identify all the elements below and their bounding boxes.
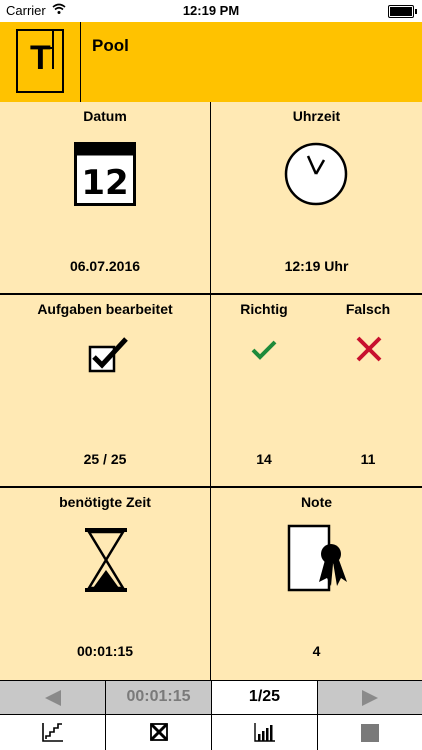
tasks-label: Aufgaben bearbeitet — [37, 301, 173, 317]
date-cell: Datum 12 06.07.2016 — [0, 102, 211, 295]
score-cell: Richtig Falsch 14 11 — [211, 295, 422, 488]
time-label: Uhrzeit — [292, 108, 341, 124]
timer-display: 00:01:15 — [106, 681, 212, 714]
calendar-day: 12 — [81, 163, 128, 203]
arrow-left-icon — [45, 690, 61, 706]
results-grid: Datum 12 06.07.2016 Uhrzeit 12:19 Uhr Au… — [0, 102, 422, 680]
progress-button[interactable] — [0, 715, 106, 750]
stop-button[interactable] — [318, 715, 422, 750]
date-value: 06.07.2016 — [69, 258, 141, 274]
clock-icon — [284, 142, 348, 211]
next-button[interactable] — [318, 681, 422, 714]
toolbar — [0, 715, 422, 750]
wrong-label: Falsch — [345, 301, 391, 317]
page-value: 1/25 — [248, 688, 281, 705]
page-title: Pool — [92, 36, 129, 55]
duration-value: 00:01:15 — [76, 643, 134, 659]
checkbox-icon — [86, 335, 130, 380]
stairs-chart-icon — [42, 723, 63, 742]
page-indicator: 1/25 — [212, 681, 318, 714]
grade-label: Note — [300, 494, 333, 510]
duration-label: benötigte Zeit — [59, 494, 151, 510]
close-box-icon — [149, 722, 169, 742]
cancel-button[interactable] — [106, 715, 212, 750]
tasks-cell: Aufgaben bearbeitet 25 / 25 — [0, 295, 211, 488]
statistics-button[interactable] — [212, 715, 318, 750]
app-logo: T — [16, 29, 64, 93]
calendar-icon: 12 — [74, 142, 136, 211]
correct-label: Richtig — [240, 301, 288, 317]
app-header: T Pool — [0, 22, 422, 103]
correct-value: 14 — [256, 451, 272, 467]
status-bar: Carrier 12:19 PM — [0, 0, 422, 22]
arrow-right-icon — [362, 690, 378, 706]
cross-icon — [355, 335, 383, 368]
tasks-value: 25 / 25 — [83, 451, 127, 467]
grade-value: 4 — [312, 643, 321, 659]
certificate-icon — [287, 524, 349, 599]
bar-chart-icon — [254, 723, 275, 742]
check-icon — [251, 339, 277, 366]
time-value: 12:19 Uhr — [284, 258, 349, 274]
wrong-value: 11 — [360, 451, 376, 467]
grade-cell: Note 4 — [211, 488, 422, 680]
timer-value: 00:01:15 — [126, 688, 191, 705]
date-label: Datum — [83, 108, 127, 124]
question-nav-bar: 00:01:15 1/25 — [0, 680, 422, 715]
prev-button[interactable] — [0, 681, 106, 714]
duration-cell: benötigte Zeit 00:01:15 — [0, 488, 211, 680]
hourglass-icon — [83, 528, 129, 597]
status-time: 12:19 PM — [182, 3, 240, 18]
time-cell: Uhrzeit 12:19 Uhr — [211, 102, 422, 295]
stop-icon — [361, 724, 379, 742]
battery-icon — [388, 5, 417, 18]
